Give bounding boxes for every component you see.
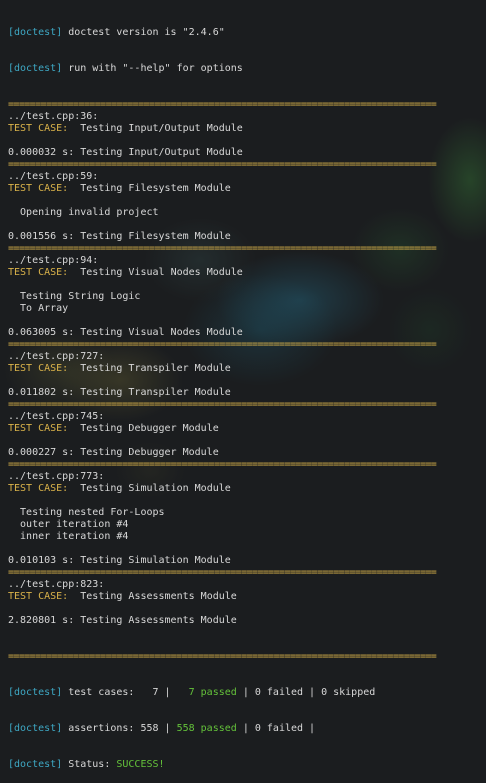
test-timing: 0.010103 s: Testing Simulation Module: [8, 555, 231, 566]
test-case-line: TEST CASE: Testing Debugger Module: [8, 423, 482, 435]
test-timing: 2.820801 s: Testing Assessments Module: [8, 615, 237, 626]
summary-test-cases: [doctest] test cases: 7 | 7 passed | 0 f…: [8, 687, 482, 699]
test-case-name: Testing Assessments Module: [68, 591, 237, 602]
test-case-label: TEST CASE:: [8, 363, 69, 374]
test-message: Opening invalid project: [8, 207, 159, 218]
test-case-label: TEST CASE:: [8, 267, 69, 278]
test-timing: 0.000227 s: Testing Debugger Module: [8, 447, 219, 458]
status-label: Status:: [62, 759, 117, 770]
version-text: doctest version is "2.4.6": [62, 27, 225, 38]
test-cases-passed: 7 passed: [176, 687, 237, 698]
test-case-name: Testing Filesystem Module: [68, 183, 231, 194]
separator: ========================================…: [8, 339, 437, 350]
terminal-output: [doctest] doctest version is "2.4.6" [do…: [8, 3, 482, 783]
doctest-tag: [doctest]: [8, 27, 63, 38]
separator: ========================================…: [8, 399, 437, 410]
test-case-name: Testing Debugger Module: [68, 423, 219, 434]
doctest-tag: [doctest]: [8, 723, 63, 734]
assertions-passed: 558 passed: [176, 723, 237, 734]
doctest-tag: [doctest]: [8, 759, 63, 770]
test-case-name: Testing Input/Output Module: [68, 123, 243, 134]
test-case-label: TEST CASE:: [8, 483, 69, 494]
test-timing: 0.063005 s: Testing Visual Nodes Module: [8, 327, 243, 338]
separator: ========================================…: [8, 159, 437, 170]
separator: ========================================…: [8, 243, 437, 254]
test-location: ../test.cpp:727:: [8, 351, 105, 362]
test-message: To Array: [8, 303, 69, 314]
test-message: inner iteration #4: [8, 531, 129, 542]
separator: ========================================…: [8, 99, 437, 110]
test-timing: 0.001556 s: Testing Filesystem Module: [8, 231, 231, 242]
help-text: run with "--help" for options: [62, 63, 243, 74]
summary-assertions: [doctest] assertions: 558 | 558 passed |…: [8, 723, 482, 735]
test-cases-label: test cases: 7 |: [62, 687, 177, 698]
test-case-name: Testing Transpiler Module: [68, 363, 231, 374]
test-message: Testing nested For-Loops: [8, 507, 165, 518]
test-case-line: TEST CASE: Testing Assessments Module: [8, 591, 482, 603]
test-case-label: TEST CASE:: [8, 423, 69, 434]
test-location: ../test.cpp:36:: [8, 111, 99, 122]
test-cases-rest: | 0 failed | 0 skipped: [236, 687, 376, 698]
test-message: Testing String Logic: [8, 291, 141, 302]
test-timing: 0.011802 s: Testing Transpiler Module: [8, 387, 231, 398]
test-case-line: TEST CASE: Testing Transpiler Module: [8, 363, 482, 375]
test-case-line: TEST CASE: Testing Input/Output Module: [8, 123, 482, 135]
test-case-line: TEST CASE: Testing Visual Nodes Module: [8, 267, 482, 279]
separator: ========================================…: [8, 567, 437, 578]
separator: ========================================…: [8, 459, 437, 470]
test-location: ../test.cpp:59:: [8, 171, 99, 182]
test-location: ../test.cpp:745:: [8, 411, 105, 422]
test-location: ../test.cpp:773:: [8, 471, 105, 482]
status-value: SUCCESS!: [116, 759, 165, 770]
test-case-label: TEST CASE:: [8, 183, 69, 194]
header-version-line: [doctest] doctest version is "2.4.6": [8, 27, 482, 39]
test-case-label: TEST CASE:: [8, 123, 69, 134]
separator: ========================================…: [8, 651, 437, 662]
assertions-label: assertions: 558 |: [62, 723, 177, 734]
assertions-rest: | 0 failed |: [236, 723, 316, 734]
test-case-name: Testing Visual Nodes Module: [68, 267, 243, 278]
test-case-line: TEST CASE: Testing Simulation Module: [8, 483, 482, 495]
doctest-tag: [doctest]: [8, 687, 63, 698]
test-location: ../test.cpp:94:: [8, 255, 99, 266]
test-timing: 0.000032 s: Testing Input/Output Module: [8, 147, 243, 158]
test-case-label: TEST CASE:: [8, 591, 69, 602]
doctest-tag: [doctest]: [8, 63, 63, 74]
summary-status: [doctest] Status: SUCCESS!: [8, 759, 482, 771]
test-message: outer iteration #4: [8, 519, 129, 530]
test-case-name: Testing Simulation Module: [68, 483, 231, 494]
test-case-line: TEST CASE: Testing Filesystem Module: [8, 183, 482, 195]
test-location: ../test.cpp:823:: [8, 579, 105, 590]
header-help-line: [doctest] run with "--help" for options: [8, 63, 482, 75]
